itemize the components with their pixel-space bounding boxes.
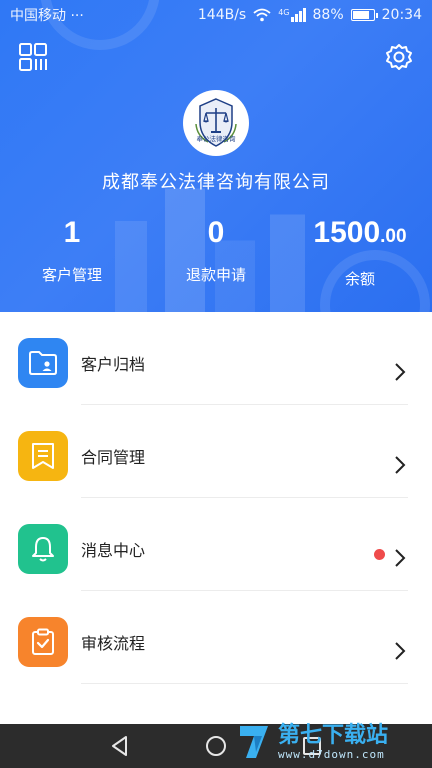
- watermark-logo: [240, 726, 268, 758]
- back-icon[interactable]: [108, 734, 132, 758]
- bell-icon: [18, 524, 68, 574]
- stat-value: 0: [207, 216, 225, 249]
- carrier-label: 中国移动 ···: [10, 8, 84, 24]
- chevron-right-icon: [395, 363, 406, 381]
- stat-refund-requests[interactable]: 0 退款申请: [164, 214, 268, 285]
- profile-header: 中国移动 ··· 144B/s 4G 88% 20:34 奉公法律咨询 成都奉公…: [0, 0, 432, 312]
- stat-label: 余额: [344, 270, 375, 288]
- menu-label: 消息中心: [81, 541, 146, 560]
- stat-value: 1: [63, 216, 81, 249]
- function-menu: 客户归档 合同管理 消息中心 审核流程: [0, 312, 432, 684]
- network-type-label: 4G: [278, 8, 290, 17]
- logo-text: 奉公法律咨询: [197, 134, 237, 143]
- stat-label: 客户管理: [41, 266, 102, 284]
- menu-label: 客户归档: [81, 355, 146, 374]
- battery-percent: 88%: [312, 7, 344, 23]
- clipboard-check-icon: [18, 617, 68, 667]
- stat-value: 1500.00: [300, 214, 420, 256]
- menu-label: 审核流程: [81, 634, 146, 653]
- network-speed: 144B/s: [197, 7, 247, 23]
- company-logo: 奉公法律咨询: [183, 90, 249, 156]
- qr-scan-icon[interactable]: [18, 42, 48, 72]
- menu-item-contract-management[interactable]: 合同管理: [0, 405, 432, 498]
- battery-icon: [350, 9, 378, 21]
- stat-balance[interactable]: 1500.00 余额: [300, 214, 420, 289]
- signal-icon: 4G: [278, 8, 306, 22]
- divider: [81, 683, 408, 684]
- menu-item-message-center[interactable]: 消息中心: [0, 498, 432, 591]
- menu-label: 合同管理: [81, 448, 146, 467]
- law-firm-logo: 奉公法律咨询: [195, 98, 237, 147]
- company-name: 成都奉公法律咨询有限公司: [102, 172, 330, 193]
- watermark-title: 第七下载站: [278, 722, 389, 748]
- battery-level: [352, 11, 370, 19]
- menu-item-customer-archive[interactable]: 客户归档: [0, 312, 432, 405]
- gear-icon[interactable]: [384, 42, 414, 72]
- folder-user-icon: [18, 338, 68, 388]
- chevron-right-icon: [395, 642, 406, 660]
- balance-integer: 1500: [313, 216, 381, 249]
- contract-bookmark-icon: [18, 431, 68, 481]
- stat-customer-management[interactable]: 1 客户管理: [20, 214, 124, 285]
- menu-item-review-process[interactable]: 审核流程: [0, 591, 432, 684]
- status-bar: 中国移动 ··· 144B/s 4G 88% 20:34: [0, 0, 432, 30]
- watermark-url: www.d7down.com: [278, 747, 385, 761]
- unread-badge: [374, 549, 385, 560]
- wifi-icon: [253, 8, 271, 22]
- stat-label: 退款申请: [185, 266, 246, 284]
- clock: 20:34: [381, 7, 422, 23]
- home-icon[interactable]: [204, 734, 228, 758]
- balance-decimal: .00: [380, 226, 407, 247]
- chevron-right-icon: [395, 456, 406, 474]
- site-watermark: 第七下载站 www.d7down.com: [236, 716, 432, 768]
- chevron-right-icon: [395, 549, 406, 567]
